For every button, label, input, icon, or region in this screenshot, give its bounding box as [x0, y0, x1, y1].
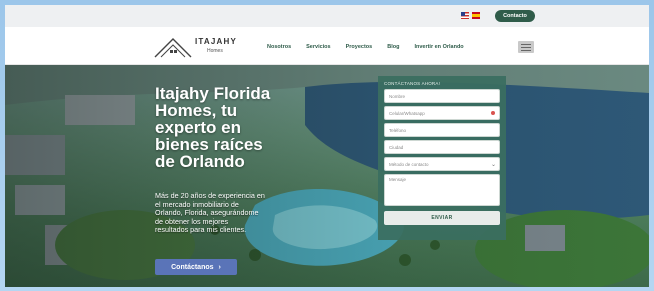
main-navbar: ITAJAHY Homes Nosotros Servicios Proyect…: [5, 27, 649, 65]
browser-viewport: Contacto ITAJAHY Homes Nosotros Servicio…: [5, 5, 649, 287]
hamburger-menu-icon[interactable]: [518, 41, 534, 53]
message-textarea[interactable]: Mensaje: [384, 174, 500, 206]
spain-flag-icon[interactable]: [472, 12, 480, 19]
nav-menu: Nosotros Servicios Proyectos Blog Invert…: [267, 44, 464, 50]
telephone-field[interactable]: Teléfono: [384, 123, 500, 137]
hero-title-line: de Orlando: [155, 152, 245, 171]
hero-title-line: bienes raíces: [155, 135, 263, 154]
hero-title-line: Homes, tu: [155, 101, 238, 120]
city-placeholder: Ciudad: [389, 144, 404, 150]
hero-section: Itajahy Florida Homes, tu experto en bie…: [5, 65, 649, 287]
hero-title-line: experto en: [155, 118, 241, 137]
nav-item-blog[interactable]: Blog: [387, 44, 399, 50]
utility-bar: Contacto: [5, 5, 649, 27]
hero-description: Más de 20 años de experiencia en el merc…: [155, 191, 325, 235]
contact-button[interactable]: Contacto: [495, 10, 535, 22]
hero-title: Itajahy Florida Homes, tu experto en bie…: [155, 85, 330, 170]
site-logo[interactable]: ITAJAHY Homes: [153, 35, 245, 59]
contact-method-value: Método de contacto: [389, 161, 429, 167]
submit-button[interactable]: ENVIAR: [384, 211, 500, 225]
cta-label: Contáctanos: [171, 263, 214, 271]
contact-cta-button[interactable]: Contáctanos ›: [155, 259, 237, 275]
us-flag-icon[interactable]: [461, 12, 469, 19]
logo-subtitle: Homes: [207, 48, 223, 54]
form-title: CONTÁCTANOS AHORA!: [384, 81, 441, 86]
hero-description-line: resultados para mis clientes.: [155, 225, 247, 235]
house-logo-icon: [154, 38, 192, 58]
required-indicator-icon: [491, 111, 495, 115]
phone-field[interactable]: Celular/Whatsapp: [384, 106, 500, 120]
language-switcher[interactable]: [461, 12, 480, 19]
telephone-placeholder: Teléfono: [389, 127, 407, 133]
chevron-down-icon: ⌄: [490, 162, 496, 168]
contact-method-select[interactable]: Método de contacto ⌄: [384, 157, 500, 171]
hero-title-line: Itajahy Florida: [155, 84, 271, 103]
name-field[interactable]: Nombre: [384, 89, 500, 103]
nav-item-nosotros[interactable]: Nosotros: [267, 44, 291, 50]
nav-item-invertir[interactable]: Invertir en Orlando: [414, 44, 463, 50]
logo-title: ITAJAHY: [195, 37, 238, 46]
city-field[interactable]: Ciudad: [384, 140, 500, 154]
nav-item-proyectos[interactable]: Proyectos: [346, 44, 373, 50]
chevron-right-icon: ›: [218, 263, 221, 271]
contact-form: CONTÁCTANOS AHORA! Nombre Celular/Whatsa…: [378, 76, 506, 240]
phone-placeholder: Celular/Whatsapp: [389, 110, 425, 116]
nav-item-servicios[interactable]: Servicios: [306, 44, 330, 50]
message-placeholder: Mensaje: [389, 177, 407, 182]
name-placeholder: Nombre: [389, 93, 406, 99]
